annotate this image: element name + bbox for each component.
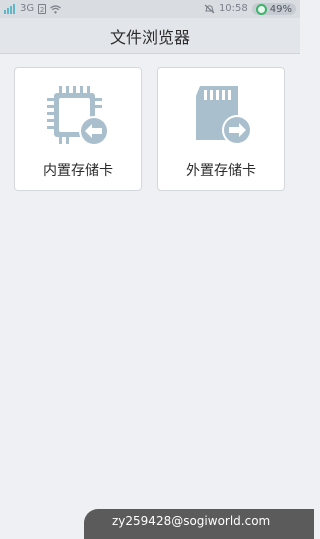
battery-indicator: 49%	[251, 3, 296, 15]
external-storage-card[interactable]: 外置存储卡	[157, 67, 285, 191]
network-type-label: 3G	[20, 3, 35, 14]
battery-percent: 49%	[269, 3, 292, 15]
internal-storage-label: 内置存储卡	[43, 163, 113, 179]
title-bar: 文件浏览器	[0, 18, 300, 54]
wifi-icon	[50, 4, 61, 14]
watermark-text: zy259428@sogiworld.com	[112, 514, 271, 528]
status-time: 10:58	[218, 3, 248, 14]
status-left: 3G 2	[4, 4, 61, 14]
sim-icon: 2	[38, 4, 47, 14]
mute-icon	[204, 4, 215, 14]
status-right: 10:58 49%	[204, 3, 296, 15]
page-title: 文件浏览器	[109, 27, 190, 47]
watermark: zy259428@sogiworld.com	[84, 509, 314, 539]
status-bar: 3G 2 10:58 49%	[0, 0, 300, 18]
battery-icon	[255, 3, 267, 15]
internal-storage-card[interactable]: 内置存储卡	[14, 67, 142, 191]
sdcard-forward-arrow-icon	[196, 86, 252, 145]
signal-icon	[4, 4, 16, 14]
chip-back-arrow-icon	[47, 86, 109, 146]
external-storage-label: 外置存储卡	[186, 163, 256, 179]
